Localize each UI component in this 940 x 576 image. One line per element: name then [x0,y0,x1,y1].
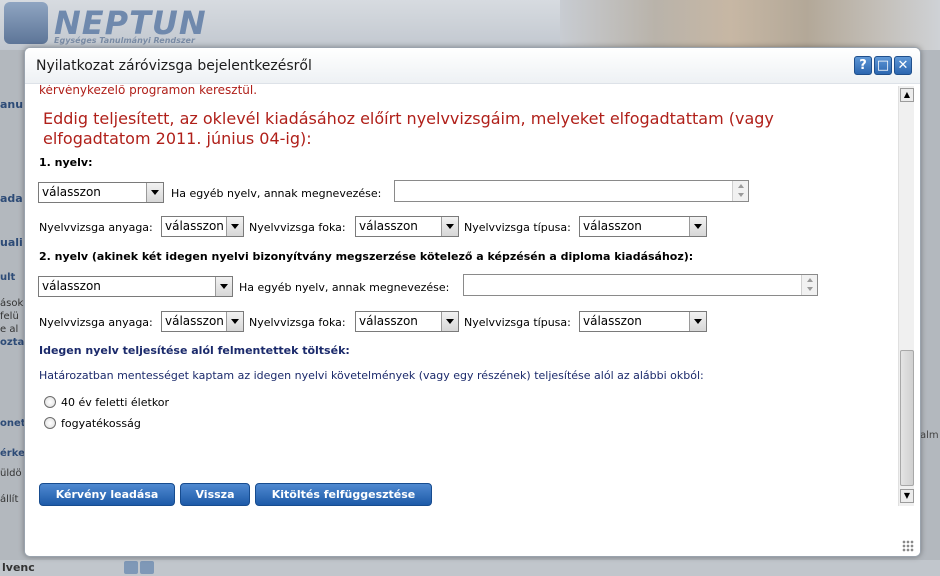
chevron-down-icon [146,183,163,202]
title-bar-buttons: ? □ ✕ [854,56,912,75]
back-button[interactable]: Vissza [180,483,250,506]
exemption-heading: Idegen nyelv teljesítése alól felmentett… [39,344,350,357]
chevron-down-icon [215,277,232,296]
background-footer: lvenc [0,560,940,576]
exemption-age-radio[interactable] [44,396,56,408]
languages-heading: Eddig teljesített, az oklevél kiadásához… [43,109,774,148]
lang2-label: 2. nyelv (akinek két idegen nyelvi bizon… [39,250,694,263]
chevron-down-icon [226,217,243,236]
footer-button-icon [140,561,154,574]
lang2-level-label: Nyelvvizsga foka: [249,316,346,329]
lang2-other-label: Ha egyéb nyelv, annak megnevezése: [239,281,450,294]
lang2-material-select[interactable]: válasszon [161,311,244,332]
select-value: válasszon [359,314,418,328]
lang1-material-label: Nyelvvizsga anyaga: [39,221,153,234]
submit-request-button[interactable]: Kérvény leadása [39,483,175,506]
dialog-title-bar: Nyilatkozat záróvizsga bejelentkezésről … [25,48,920,84]
exemption-age-label[interactable]: 40 év feletti életkor [61,396,169,409]
header-photo [560,0,940,50]
sidebar-fragment: anu [0,98,24,111]
select-value: válasszon [165,314,224,328]
scroll-up-icon[interactable]: ▲ [900,88,914,102]
select-value: válasszon [42,279,101,293]
footer-button-icon [124,561,138,574]
lang1-label: 1. nyelv: [39,156,93,169]
select-value: válasszon [583,314,642,328]
scroll-spinner-icon[interactable] [732,181,748,201]
declaration-dialog: Nyilatkozat záróvizsga bejelentkezésről … [24,47,921,557]
close-button[interactable]: ✕ [894,56,912,75]
logo-text: NEPTUN [54,4,207,42]
chevron-down-icon [689,312,706,331]
exemption-description: Határozatban mentességet kaptam az idege… [39,369,704,382]
background-header: NEPTUN Egységes Tanulmányi Rendszer [0,0,940,50]
sidebar-fragment: ada [0,192,23,205]
lang2-select[interactable]: válasszon [38,276,233,297]
chevron-down-icon [441,312,458,331]
sidebar-fragment: felü [0,311,19,322]
sidebar-fragment: e al [0,324,19,335]
dialog-footer [25,516,920,556]
lang1-level-select[interactable]: válasszon [355,216,459,237]
sidebar-fragment: ások [0,298,24,309]
footer-fragment: lvenc [2,561,35,574]
sidebar-fragment: üldö [0,468,22,479]
sidebar-fragment: érke [0,448,25,459]
select-value: válasszon [583,219,642,233]
content-scrollbar[interactable]: ▲ ▼ [898,86,914,506]
neptun-logo: NEPTUN Egységes Tanulmányi Rendszer [4,2,207,45]
lang1-level-label: Nyelvvizsga foka: [249,221,346,234]
scroll-down-icon[interactable]: ▼ [900,489,914,503]
logo-subtitle: Egységes Tanulmányi Rendszer [54,36,195,45]
background-right-fragment: alm [920,430,939,441]
lang2-level-select[interactable]: válasszon [355,311,459,332]
maximize-button[interactable]: □ [874,56,892,75]
sidebar-fragment: onet [0,418,26,429]
select-value: válasszon [165,219,224,233]
intro-fragment: kérvénykezelő programon keresztül. [39,85,258,97]
sidebar-fragment: ult [0,272,16,283]
lang1-other-field[interactable] [394,180,749,202]
scrollbar-thumb[interactable] [900,350,914,486]
lang1-select[interactable]: válasszon [38,182,164,203]
lang2-other-field[interactable] [463,274,818,296]
lang1-other-label: Ha egyéb nyelv, annak megnevezése: [171,187,382,200]
chevron-down-icon [441,217,458,236]
help-button[interactable]: ? [854,56,872,75]
sidebar-fragment: állít [0,494,19,505]
lang2-type-select[interactable]: válasszon [579,311,707,332]
chevron-down-icon [226,312,243,331]
lang1-type-select[interactable]: válasszon [579,216,707,237]
select-value: válasszon [359,219,418,233]
exemption-disability-label[interactable]: fogyatékosság [61,417,141,430]
resize-grip-icon[interactable] [902,540,914,552]
lang2-type-label: Nyelvvizsga típusa: [464,316,571,329]
sidebar-fragment: ozta [0,337,25,348]
scroll-spinner-icon[interactable] [801,275,817,295]
suspend-filling-button[interactable]: Kitöltés felfüggesztése [255,483,432,506]
sidebar-fragment: uali [0,236,23,249]
chevron-down-icon [689,217,706,236]
dialog-title: Nyilatkozat záróvizsga bejelentkezésről [36,58,312,74]
lang2-material-label: Nyelvvizsga anyaga: [39,316,153,329]
select-value: válasszon [42,185,101,199]
logo-mark-icon [4,2,48,44]
footer-buttons [124,561,156,576]
lang1-type-label: Nyelvvizsga típusa: [464,221,571,234]
dialog-content: kérvénykezelő programon keresztül. Eddig… [25,85,897,515]
lang1-material-select[interactable]: válasszon [161,216,244,237]
exemption-disability-radio[interactable] [44,417,56,429]
